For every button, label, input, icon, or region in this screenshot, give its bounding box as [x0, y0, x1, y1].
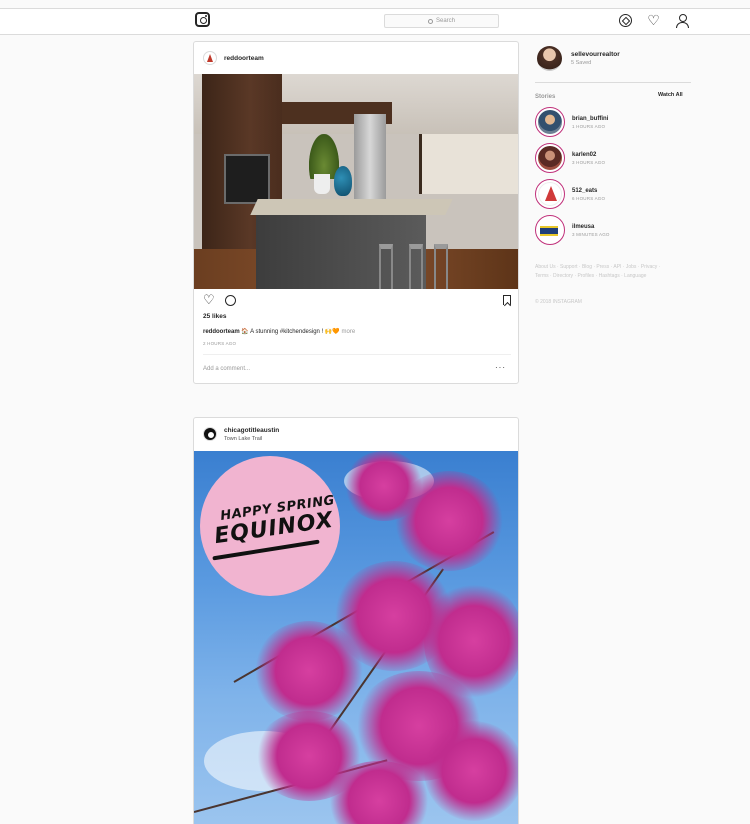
- blossom-cluster: [424, 721, 518, 821]
- story-time: 3 MINUTES AGO: [572, 231, 610, 237]
- feed-post: chicagotitleaustin Town Lake Trail HAPPY…: [193, 417, 519, 824]
- feed-post: reddoorteam ♡ 25 likes reddoorteam 🏠 A s…: [193, 41, 519, 384]
- caption-username[interactable]: reddoorteam: [203, 329, 240, 335]
- caption-text: 🏠 A stunning #kitchendesign ! 🙌🧡: [241, 329, 340, 335]
- post-avatar[interactable]: [203, 51, 217, 65]
- like-heart-icon[interactable]: ♡: [203, 293, 215, 306]
- avatar[interactable]: [537, 46, 562, 71]
- story-item[interactable]: ilmeusa 3 MINUTES AGO: [535, 215, 610, 245]
- post-username[interactable]: reddoorteam: [224, 55, 264, 62]
- blossom-cluster: [394, 471, 504, 571]
- kitchen-vase: [334, 166, 352, 196]
- kitchen-window: [419, 134, 518, 194]
- kitchen-fridge: [354, 114, 386, 199]
- footer-links[interactable]: About Us · Support · Blog · Press · API …: [535, 263, 675, 281]
- avatar: [538, 146, 562, 170]
- add-comment-input[interactable]: Add a comment...: [203, 366, 250, 372]
- bookmark-icon[interactable]: [503, 295, 511, 305]
- person-icon[interactable]: [675, 14, 689, 28]
- post-avatar[interactable]: [203, 427, 217, 441]
- post-location[interactable]: Town Lake Trail: [224, 436, 279, 442]
- post-image-spring[interactable]: HAPPY SPRING EQUINOX: [194, 451, 518, 824]
- kitchen-pot: [314, 174, 330, 194]
- post-actions: ♡: [203, 293, 513, 308]
- stories-heading: Stories: [535, 94, 556, 100]
- divider: [203, 354, 511, 355]
- story-time: 3 HOURS AGO: [572, 159, 606, 165]
- avatar: [538, 182, 562, 206]
- caption-more-link[interactable]: more: [342, 329, 356, 335]
- story-username: brian_buffini: [572, 115, 609, 122]
- search-input[interactable]: Search: [384, 14, 499, 28]
- instagram-logo-icon[interactable]: [195, 12, 210, 27]
- story-username: ilmeusa: [572, 223, 595, 230]
- blossom-cluster: [254, 621, 364, 721]
- story-username: 512_eats: [572, 187, 598, 194]
- copyright-text: © 2018 INSTAGRAM: [535, 299, 582, 305]
- post-caption: reddoorteam 🏠 A stunning #kitchendesign …: [203, 328, 355, 335]
- story-item[interactable]: karlen02 3 HOURS AGO: [535, 143, 605, 173]
- avatar: [538, 110, 562, 134]
- post-header: reddoorteam: [194, 42, 518, 74]
- post-timestamp[interactable]: 2 HOURS AGO: [203, 341, 236, 346]
- search-placeholder: Search: [435, 18, 455, 24]
- profile-subtext: 5 Saved: [571, 60, 592, 66]
- story-ring: [535, 215, 565, 245]
- comment-icon[interactable]: [225, 295, 236, 306]
- spring-badge: HAPPY SPRING EQUINOX: [200, 456, 340, 596]
- avatar: [538, 218, 562, 242]
- story-ring: [535, 179, 565, 209]
- post-header: chicagotitleaustin Town Lake Trail: [194, 418, 518, 450]
- kitchen-stool: [434, 244, 448, 289]
- heart-icon[interactable]: ♡: [647, 13, 660, 27]
- compass-icon[interactable]: [619, 14, 632, 27]
- post-image-kitchen[interactable]: [194, 74, 518, 289]
- post-username[interactable]: chicagotitleaustin: [224, 427, 279, 434]
- sidebar-profile[interactable]: sellevourrealtor 5 Saved: [537, 46, 620, 71]
- kitchen-island: [256, 214, 426, 289]
- story-ring: [535, 107, 565, 137]
- more-options-icon[interactable]: ···: [495, 363, 506, 372]
- kitchen-stool: [409, 244, 423, 289]
- like-count[interactable]: 25 likes: [203, 313, 227, 320]
- story-item[interactable]: brian_buffini 1 HOURS AGO: [535, 107, 608, 137]
- divider: [535, 82, 691, 83]
- story-time: 1 HOURS AGO: [572, 123, 606, 129]
- watch-all-link[interactable]: Watch All: [658, 92, 683, 98]
- profile-username[interactable]: sellevourrealtor: [571, 51, 620, 58]
- search-icon: [427, 18, 433, 24]
- story-time: 6 HOURS AGO: [572, 195, 606, 201]
- kitchen-oven: [224, 154, 270, 204]
- kitchen-stool: [379, 244, 393, 289]
- top-navigation-bar: Search ♡: [0, 9, 750, 35]
- story-item[interactable]: 512_eats 6 HOURS AGO: [535, 179, 605, 209]
- kitchen-island-counter: [250, 199, 453, 215]
- story-ring: [535, 143, 565, 173]
- story-username: karlen02: [572, 151, 597, 158]
